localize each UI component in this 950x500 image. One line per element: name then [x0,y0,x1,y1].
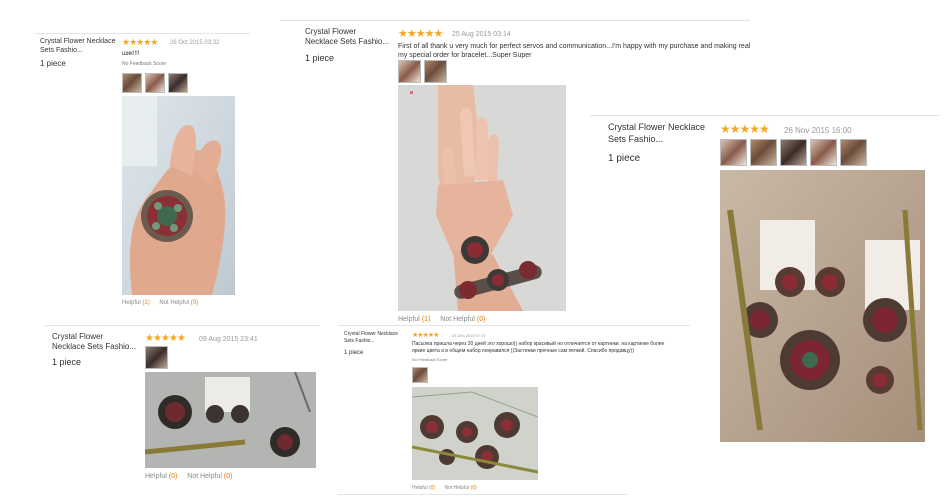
photo-thumbnail[interactable] [145,73,165,93]
review-date: 09 Aug 2015 23:41 [199,336,258,343]
product-name[interactable]: Crystal Flower Necklace Sets Fashio... [305,27,390,48]
photo-thumbnail[interactable] [780,139,807,166]
feedback-score: No Feedback Score [122,61,167,67]
review-photo[interactable] [398,85,566,311]
review-date: 04 Dec 2015 07:37 [452,333,486,338]
thumbnail-strip [398,60,450,83]
helpful-count: (0) [428,485,436,491]
not-helpful-count: (0) [476,316,486,323]
helpful-link[interactable]: Helpful [145,473,167,480]
divider [338,494,628,495]
product-name[interactable]: Crystal Flower Necklace Sets Fashio... [52,332,137,353]
star-rating: ★★★★★ [145,333,186,344]
quantity: 1 piece [344,350,364,356]
photo-thumbnail[interactable] [122,73,142,93]
not-helpful-count: (0) [190,300,199,306]
helpful-votes: Helpful (0) Not Helpful (0) [145,473,232,480]
review-photo[interactable] [122,96,235,295]
helpful-votes: Helpful (1) Not Helpful (0) [122,300,198,306]
thumbnail-strip [412,367,431,383]
divider [35,33,250,34]
photo-thumbnail[interactable] [840,139,867,166]
review-photo[interactable] [145,372,316,468]
not-helpful-link[interactable]: Not Helpful [159,300,189,306]
thumbnail-strip [145,346,171,369]
not-helpful-link[interactable]: Not Helpful [187,473,222,480]
helpful-link[interactable]: Helpful [412,485,428,491]
helpful-count: (1) [142,300,150,306]
not-helpful-link[interactable]: Not Helpful [440,316,475,323]
quantity: 1 piece [305,53,335,63]
review-date: 26 Oct 2015 03:32 [170,40,220,46]
not-helpful-link[interactable]: Not Helpful [444,485,469,491]
thumbnail-strip [122,73,191,93]
quantity: 1 piece [608,153,641,164]
star-rating: ★★★★★ [720,122,770,136]
divider [280,20,750,21]
divider [45,325,320,326]
photo-thumbnail[interactable] [145,346,168,369]
helpful-link[interactable]: Helpful [398,316,420,323]
review-text: Пасылка пришла через 20 дней это хорошо)… [412,341,665,354]
review-date: 26 Nov 2015 16:00 [784,126,852,135]
photo-thumbnail[interactable] [720,139,747,166]
helpful-link[interactable]: Helpful [122,300,141,306]
photo-thumbnail[interactable] [424,60,447,83]
photo-thumbnail[interactable] [750,139,777,166]
photo-thumbnail[interactable] [398,60,421,83]
feedback-score: No Feedback Score [412,357,448,362]
not-helpful-count: (0) [223,473,233,480]
product-name[interactable]: Crystal Flower Necklace Sets Fashio... [40,37,120,55]
product-name[interactable]: Crystal Flower Necklace Sets Fashio... [344,331,409,344]
divider [590,115,940,116]
review-photo[interactable] [412,387,538,480]
divider [338,325,690,326]
quantity: 1 piece [52,357,82,367]
jewelry-set-image [720,170,925,442]
review-date: 25 Aug 2015 03:14 [452,31,511,38]
review-text: шик!!!! [122,51,140,57]
photo-thumbnail[interactable] [412,367,428,383]
thumbnail-strip [720,139,870,166]
review-text: First of all thank u very much for perfe… [398,43,751,60]
product-name[interactable]: Crystal Flower Necklace Sets Fashio... [608,122,708,145]
helpful-votes: Helpful (0) Not Helpful (0) [412,485,477,491]
photo-thumbnail[interactable] [168,73,188,93]
helpful-count: (1) [421,316,431,323]
hand-bracelet-image [398,85,566,311]
helpful-votes: Helpful (1) Not Helpful (0) [398,316,485,323]
photo-thumbnail[interactable] [810,139,837,166]
helpful-count: (0) [168,473,178,480]
jewelry-set-image [412,387,538,480]
ring-on-hand-image [122,96,235,295]
review-photo[interactable] [720,170,925,442]
jewelry-on-table-image [145,372,316,468]
star-rating: ★★★★★ [122,37,158,47]
star-rating: ★★★★★ [398,28,443,40]
quantity: 1 piece [40,59,66,68]
star-rating: ★★★★★ [412,332,439,339]
not-helpful-count: (0) [470,485,477,491]
